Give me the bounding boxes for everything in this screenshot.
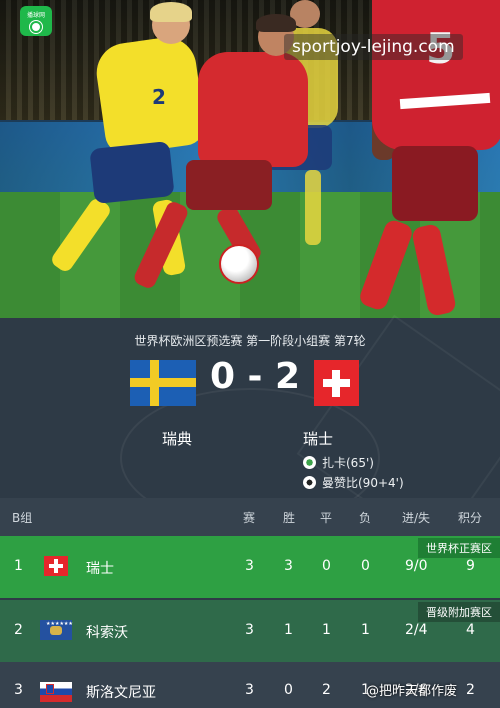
match-stage: 世界杯欧洲区预选赛 第一阶段小组赛 第7轮 [134, 334, 366, 348]
standings-header: B组 赛 胜 平 负 进/失 积分 [0, 498, 500, 536]
right-player-shorts [392, 146, 478, 221]
col-lost: 负 [359, 511, 372, 525]
drawn: 1 [322, 622, 331, 638]
sweden-flag-icon [130, 360, 196, 406]
drawn: 2 [322, 682, 331, 698]
app-logo: 播球网 [20, 6, 52, 36]
team-name: 斯洛文尼亚 [86, 685, 156, 701]
team-name: 瑞士 [86, 561, 114, 577]
col-goals: 进/失 [402, 511, 431, 525]
goal-scorer-text: 扎卡(65') [322, 456, 374, 470]
kosovo-flag-icon: ★★★★★★ [40, 620, 73, 640]
played: 3 [245, 682, 254, 698]
group-label: B组 [12, 511, 33, 525]
ball-icon [30, 20, 42, 33]
match-card[interactable]: 世界杯欧洲区预选赛 第一阶段小组赛 第7轮 0 - 2 瑞典 瑞士 扎卡(65'… [0, 314, 500, 552]
yellow-player-shorts [89, 140, 175, 205]
slovenia-flag-icon [40, 682, 72, 702]
points: 4 [466, 622, 475, 638]
app-logo-label: 播球网 [26, 11, 45, 19]
lost: 0 [361, 558, 370, 574]
drawn: 0 [322, 558, 331, 574]
standings-table: B组 赛 胜 平 负 进/失 积分 世界杯正赛区 1 瑞士 3 3 0 0 9/… [0, 498, 500, 708]
goal-scorer-text: 曼赞比(90+4') [322, 476, 404, 490]
zone-tag: 世界杯正赛区 [418, 538, 500, 558]
col-drawn: 平 [320, 511, 333, 525]
yellow-player-hair [150, 2, 192, 22]
goal-scorer: 曼赞比(90+4') [303, 474, 404, 491]
won: 1 [284, 622, 293, 638]
yellow-player-number: 2 [152, 85, 166, 109]
lost: 1 [361, 622, 370, 638]
goal-scorer: 扎卡(65') [303, 454, 374, 471]
home-team-name[interactable]: 瑞典 [162, 428, 192, 449]
table-row[interactable]: 世界杯正赛区 1 瑞士 3 3 0 0 9/0 9 [0, 536, 500, 598]
col-points: 积分 [458, 511, 483, 525]
match-photo: 2 5 播球网 sportjoy-lejing.com [0, 0, 500, 318]
won: 0 [284, 682, 293, 698]
yellow-player-shirt [92, 33, 208, 157]
table-row[interactable]: 晋级附加赛区 2 ★★★★★★ 科索沃 3 1 1 1 2/4 4 [0, 600, 500, 662]
points: 2 [466, 682, 475, 698]
zone-tag: 晋级附加赛区 [418, 602, 500, 622]
red-player-shirt [198, 52, 308, 167]
switzerland-flag-icon [314, 360, 359, 406]
switzerland-flag-icon [44, 556, 68, 576]
goal-ball-icon [303, 456, 316, 469]
red-player-shorts [186, 160, 272, 210]
football [219, 244, 259, 284]
goal-ball-icon [303, 476, 316, 489]
points: 9 [466, 558, 475, 574]
col-played: 赛 [243, 511, 256, 525]
match-score: 0 - 2 [209, 356, 301, 397]
goals: 2/4 [405, 622, 428, 638]
col-won: 胜 [283, 511, 296, 525]
right-player-shirt [372, 0, 500, 150]
rank: 3 [14, 682, 23, 698]
won: 3 [284, 558, 293, 574]
played: 3 [245, 558, 254, 574]
rank: 2 [14, 622, 23, 638]
background-player-leg [305, 170, 321, 245]
red-player-hair [256, 14, 296, 32]
rank: 1 [14, 558, 23, 574]
author-watermark: @把昨天都作废 [366, 684, 458, 699]
team-name: 科索沃 [86, 625, 128, 641]
away-team-name[interactable]: 瑞士 [303, 428, 333, 449]
site-watermark: sportjoy-lejing.com [284, 34, 463, 60]
played: 3 [245, 622, 254, 638]
goals: 9/0 [405, 558, 428, 574]
